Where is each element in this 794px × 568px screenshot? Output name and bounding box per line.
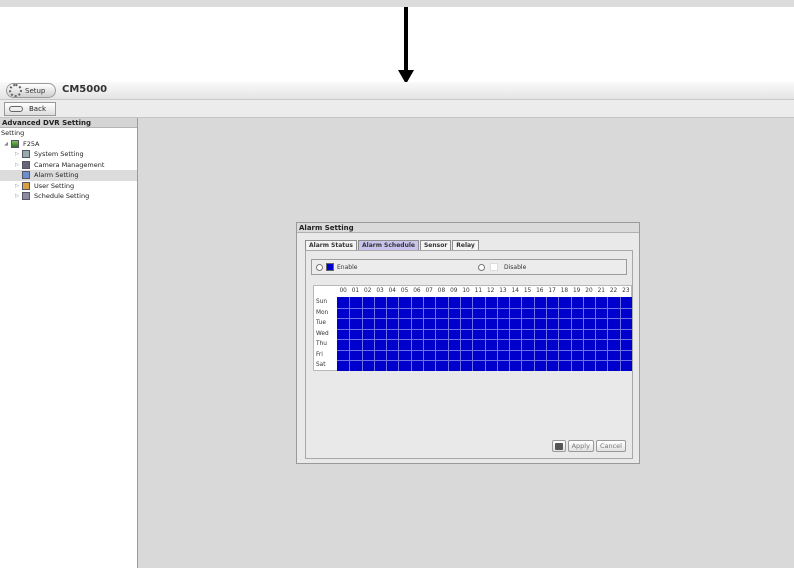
enable-label: Enable xyxy=(337,264,358,271)
enable-radio[interactable] xyxy=(316,264,323,271)
hour-label: 18 xyxy=(560,288,569,294)
day-label: Tue xyxy=(316,320,326,327)
hour-label: 02 xyxy=(364,288,372,294)
hour-label: 19 xyxy=(572,288,581,294)
grid-line xyxy=(337,307,632,309)
hour-label: 14 xyxy=(511,288,519,294)
app-window: Setup CM5000 Back Advanced DVR Setting S… xyxy=(0,82,794,568)
grid-line xyxy=(337,328,632,330)
setup-button[interactable]: Setup xyxy=(6,83,56,98)
sidebar-item-camera[interactable]: ▷ Camera Management xyxy=(0,160,137,171)
sidebar: Advanced DVR Setting Setting ◢ F25A ▷ Sy… xyxy=(0,118,138,568)
hour-label: 16 xyxy=(536,288,544,294)
save-button[interactable] xyxy=(551,440,566,452)
back-button[interactable]: Back xyxy=(4,102,56,116)
hour-label: 21 xyxy=(597,288,605,294)
system-icon xyxy=(22,150,30,159)
schedule-legend: Enable Disable xyxy=(311,259,627,275)
title-bar: Setup CM5000 xyxy=(0,82,794,100)
hour-label: 12 xyxy=(486,288,495,294)
tree-device[interactable]: ◢ F25A xyxy=(0,139,137,150)
back-label: Back xyxy=(29,105,46,113)
hour-label: 06 xyxy=(413,288,421,294)
tab-alarm-status[interactable]: Alarm Status xyxy=(305,240,357,250)
day-label: Wed xyxy=(316,330,329,337)
collapsed-triangle-icon[interactable]: ▷ xyxy=(14,160,20,171)
back-arrow-icon xyxy=(9,106,23,112)
dialog-title: Alarm Setting xyxy=(297,223,639,233)
day-label: Mon xyxy=(316,309,329,316)
schedule-grid: 00 01 02 03 04 05 06 07 08 09 10 11 12 13 14 15 16 17 18 19… xyxy=(313,285,632,371)
day-label: Fri xyxy=(316,351,323,358)
tab-sensor[interactable]: Sensor xyxy=(419,240,452,250)
disable-radio[interactable] xyxy=(478,264,485,271)
tab-bar: Alarm Status Alarm Schedule Sensor Relay xyxy=(305,240,480,250)
day-label: Sat xyxy=(316,362,326,369)
collapsed-triangle-icon[interactable]: ▷ xyxy=(14,181,20,192)
disable-label: Disable xyxy=(504,264,527,271)
collapsed-triangle-icon[interactable]: ▷ xyxy=(14,149,20,160)
hour-label: 03 xyxy=(376,288,384,294)
tree-root[interactable]: Setting xyxy=(0,128,137,139)
hour-label: 11 xyxy=(474,288,483,294)
gear-icon xyxy=(9,84,22,97)
hour-label: 13 xyxy=(499,288,507,294)
setup-label: Setup xyxy=(25,86,46,95)
sidebar-header: Advanced DVR Setting xyxy=(0,118,137,128)
hour-label: 07 xyxy=(425,288,433,294)
grid-line xyxy=(337,339,632,341)
hour-label: 20 xyxy=(585,288,593,294)
settings-tree: Setting ◢ F25A ▷ System Setting ▷ Camera… xyxy=(0,128,137,202)
day-label: Thu xyxy=(316,341,327,348)
save-icon xyxy=(554,442,563,450)
hour-label: 05 xyxy=(400,288,409,294)
hour-label: 10 xyxy=(462,288,470,294)
grid-line xyxy=(337,349,632,351)
tab-relay[interactable]: Relay xyxy=(452,240,479,250)
apply-button[interactable]: Apply xyxy=(567,440,594,452)
collapsed-triangle-icon[interactable]: ▷ xyxy=(14,191,20,202)
hour-label: 15 xyxy=(523,288,532,294)
dvr-icon xyxy=(11,139,19,148)
sidebar-item-user[interactable]: ▷ User Setting xyxy=(0,181,137,192)
day-label-column: Sun Mon Tue Wed Thu Fri Sat xyxy=(316,297,329,371)
user-icon xyxy=(22,181,30,190)
sidebar-item-alarm[interactable]: Alarm Setting xyxy=(0,170,137,181)
app-title: CM5000 xyxy=(62,84,108,95)
hour-label: 01 xyxy=(351,288,360,294)
hour-label: 22 xyxy=(609,288,618,294)
hour-label: 00 xyxy=(339,288,347,294)
alarm-icon xyxy=(22,171,30,180)
cancel-button[interactable]: Cancel xyxy=(595,440,626,452)
schedule-panel: Enable Disable 00 01 02 03 04 05 06 07 08 09 10 11 1… xyxy=(305,250,633,459)
annotation-arrow-shaft xyxy=(404,7,408,71)
alarm-setting-dialog: Alarm Setting Alarm Status Alarm Schedul… xyxy=(296,222,640,464)
grid-line xyxy=(337,360,632,362)
hour-label: 17 xyxy=(548,288,556,294)
top-strip xyxy=(0,0,794,7)
day-label: Sun xyxy=(316,299,328,305)
schedule-cells[interactable] xyxy=(337,297,632,371)
dialog-buttons: Apply Cancel xyxy=(550,440,626,452)
tab-alarm-schedule[interactable]: Alarm Schedule xyxy=(358,240,419,250)
hour-label: 08 xyxy=(437,288,446,294)
toolbar: Back xyxy=(0,100,794,118)
enable-swatch xyxy=(326,263,334,271)
sidebar-item-system[interactable]: ▷ System Setting xyxy=(0,149,137,160)
expanded-triangle-icon[interactable]: ◢ xyxy=(3,139,9,150)
camera-icon xyxy=(22,160,30,169)
hour-label: 04 xyxy=(388,288,396,294)
sidebar-item-schedule[interactable]: ▷ Schedule Setting xyxy=(0,191,137,202)
grid-line xyxy=(337,318,632,320)
disable-swatch xyxy=(490,263,498,271)
hour-label: 23 xyxy=(622,288,630,294)
schedule-icon xyxy=(22,192,30,201)
hour-label: 09 xyxy=(450,288,458,294)
